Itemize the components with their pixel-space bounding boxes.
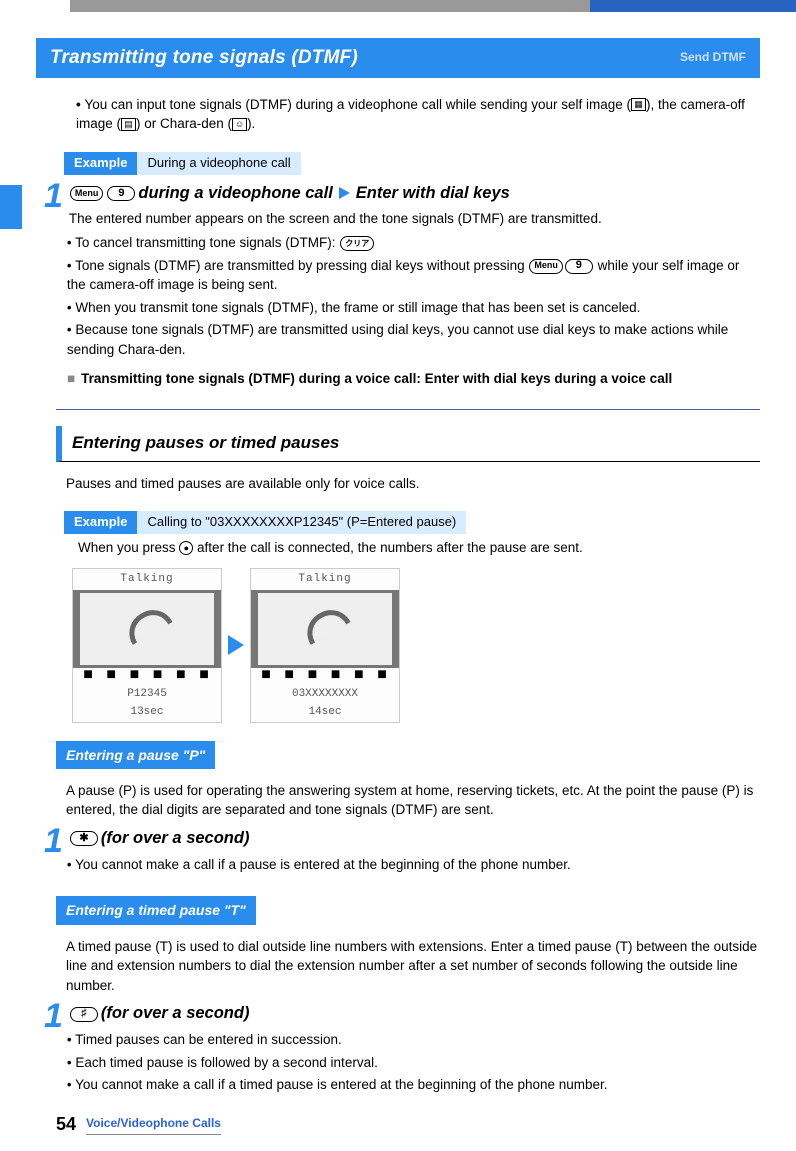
page-footer: 54 Voice/Videophone Calls: [56, 1111, 760, 1137]
step-pause-p: 1 ✱ (for over a second) You cannot make …: [44, 824, 760, 878]
pause-p-desc: A pause (P) is used for operating the an…: [66, 781, 760, 820]
nine-key-icon: 9: [565, 259, 593, 274]
pause-t-desc: A timed pause (T) is used to dial outsid…: [66, 937, 760, 996]
example-text: Calling to "03XXXXXXXXP12345" (P=Entered…: [137, 511, 466, 534]
sub-section-pause-t: Entering a timed pause "T": [56, 896, 256, 924]
step-pause-t: 1 ♯ (for over a second) Timed pauses can…: [44, 999, 760, 1099]
step-title: ✱ (for over a second): [69, 827, 760, 851]
step-title: Menu9 during a videophone call Enter wit…: [69, 182, 760, 206]
intro-line: You can input tone signals (DTMF) during…: [76, 95, 760, 134]
section-pauses-desc: Pauses and timed pauses are available on…: [66, 474, 760, 494]
example-text: During a videophone call: [137, 152, 300, 175]
intro-list: You can input tone signals (DTMF) during…: [66, 95, 760, 134]
handset-icon: [300, 607, 350, 651]
page-header-label: Send DTMF: [680, 49, 746, 66]
phone-screen-1: Talking ■ ■ ■ ■ ■ ■ P12345 13sec: [72, 568, 222, 723]
step-number: 1: [44, 824, 63, 858]
example-2-desc: When you press ● after the call is conne…: [78, 538, 760, 558]
self-image-icon: ▦: [631, 98, 646, 111]
step-1-dtmf: 1 Menu9 during a videophone call Enter w…: [44, 179, 760, 393]
example-badge: Example: [64, 511, 137, 534]
voice-call-note: Transmitting tone signals (DTMF) during …: [67, 369, 760, 389]
example-badge: Example: [64, 152, 137, 175]
center-key-icon: ●: [179, 541, 193, 555]
arrow-right-icon: [228, 635, 244, 655]
example-1: Example During a videophone call: [64, 152, 760, 175]
side-tab-marker: [0, 185, 22, 229]
step-title: ♯ (for over a second): [69, 1002, 760, 1026]
camera-off-icon: ▤: [121, 118, 136, 131]
page-title: Transmitting tone signals (DTMF): [50, 44, 358, 72]
step-1-notes: To cancel transmitting tone signals (DTM…: [67, 233, 760, 359]
signal-dots: ■ ■ ■ ■ ■ ■: [73, 668, 221, 685]
arrow-right-icon: [339, 187, 350, 199]
pause-p-notes: You cannot make a call if a pause is ent…: [67, 855, 760, 875]
divider: [56, 409, 760, 410]
menu-key-icon: Menu: [529, 259, 563, 274]
clear-key-icon: クリア: [340, 236, 374, 251]
nine-key-icon: 9: [107, 186, 135, 201]
phone-screens: Talking ■ ■ ■ ■ ■ ■ P12345 13sec Talking…: [72, 568, 760, 723]
phone-screen-2: Talking ■ ■ ■ ■ ■ ■ 03XXXXXXXX 14sec: [250, 568, 400, 723]
star-key-icon: ✱: [70, 831, 98, 846]
footer-section-label: Voice/Videophone Calls: [86, 1113, 221, 1135]
chara-den-icon: ☺: [232, 118, 247, 131]
step-desc: The entered number appears on the screen…: [69, 209, 760, 229]
handset-icon: [122, 607, 172, 651]
example-2: Example Calling to "03XXXXXXXXP12345" (P…: [64, 511, 760, 534]
page-number: 54: [56, 1111, 76, 1137]
step-number: 1: [44, 999, 63, 1033]
step-number: 1: [44, 179, 63, 213]
menu-key-icon: Menu: [70, 186, 104, 201]
pause-t-notes: Timed pauses can be entered in successio…: [67, 1030, 760, 1095]
hash-key-icon: ♯: [70, 1007, 98, 1022]
section-header-main: Transmitting tone signals (DTMF) Send DT…: [36, 38, 760, 78]
sub-section-pause-p: Entering a pause "P": [56, 741, 215, 769]
section-pauses-header: Entering pauses or timed pauses: [56, 426, 760, 462]
top-accent-bar: [0, 0, 796, 12]
signal-dots: ■ ■ ■ ■ ■ ■: [251, 668, 399, 685]
